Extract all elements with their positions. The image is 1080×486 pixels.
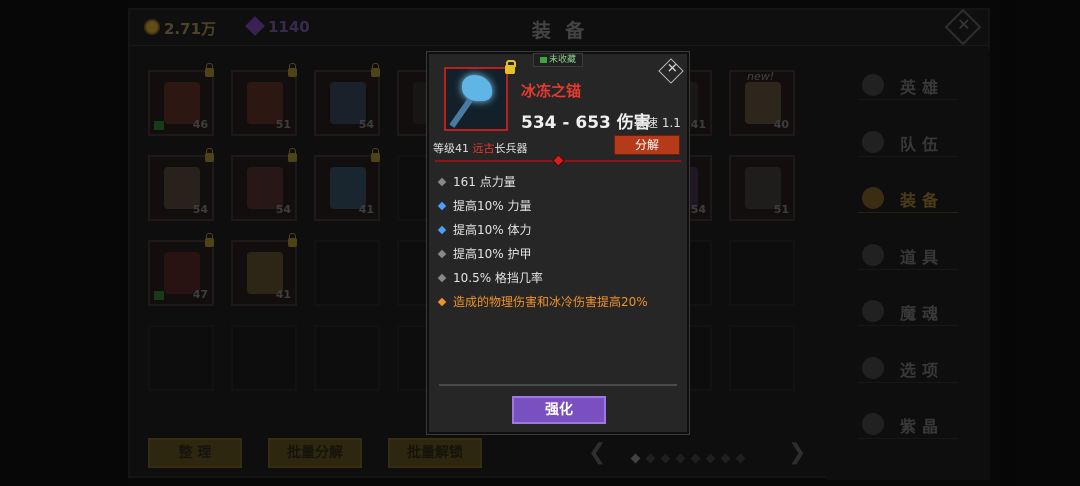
close-icon: ✕	[666, 61, 678, 77]
stat-text: 提高10% 力量	[453, 199, 532, 213]
item-type: 长兵器	[494, 142, 528, 155]
book-icon	[539, 56, 547, 63]
item-name: 冰冻之锚	[521, 82, 582, 100]
stat-text: 提高10% 体力	[453, 223, 532, 237]
item-level-line: 等级41 远古长兵器	[433, 140, 528, 156]
divider-diamond	[552, 154, 565, 167]
item-damage: 534 - 653 伤害	[521, 113, 651, 133]
stat-text: 造成的物理伤害和冰冷伤害提高20%	[453, 295, 648, 309]
weapon-handle	[449, 98, 473, 128]
favorite-toggle[interactable]: 未收藏	[533, 53, 583, 67]
stat-bullet-icon	[437, 177, 447, 187]
stat-line: 161 点力量	[437, 172, 679, 196]
lock-icon[interactable]	[505, 60, 516, 74]
stat-bullet-icon	[437, 297, 447, 307]
stat-bullet-icon	[437, 225, 447, 235]
item-level: 等级41	[433, 142, 469, 155]
ice-anchor-icon	[462, 75, 492, 101]
stat-line: 提高10% 护甲	[437, 244, 679, 268]
stat-text: 161 点力量	[453, 175, 516, 189]
stat-bullet-icon	[437, 273, 447, 283]
stat-line: 造成的物理伤害和冰冷伤害提高20%	[437, 292, 679, 316]
item-icon-frame	[444, 67, 508, 131]
game-screen: 2.71万 1140 装 备 ✕ 46 51 54 41 40 new! 54 54 41 54 5…	[0, 0, 1080, 486]
item-rarity: 远古	[472, 142, 495, 155]
stat-bullet-icon	[437, 249, 447, 259]
item-detail-popup: 未收藏 ✕ 冰冻之锚 534 - 653 伤害 攻速 1.1 等级41 远古长兵…	[427, 52, 689, 434]
dismantle-button[interactable]: 分解	[614, 135, 680, 155]
popup-close-button[interactable]: ✕	[658, 58, 684, 84]
stat-line: 提高10% 力量	[437, 196, 679, 220]
attack-speed: 攻速 1.1	[634, 116, 681, 130]
divider	[439, 384, 677, 386]
item-stats: 161 点力量提高10% 力量 提高10% 体力 提高10% 护甲 10.5% 格挡几…	[437, 172, 679, 316]
stat-line: 提高10% 体力	[437, 220, 679, 244]
stat-text: 10.5% 格挡几率	[453, 271, 543, 285]
stat-line: 10.5% 格挡几率	[437, 268, 679, 292]
favorite-status: 未收藏	[548, 55, 576, 65]
stat-text: 提高10% 护甲	[453, 247, 532, 261]
upgrade-button[interactable]: 强化	[512, 396, 606, 424]
stat-bullet-icon	[437, 201, 447, 211]
